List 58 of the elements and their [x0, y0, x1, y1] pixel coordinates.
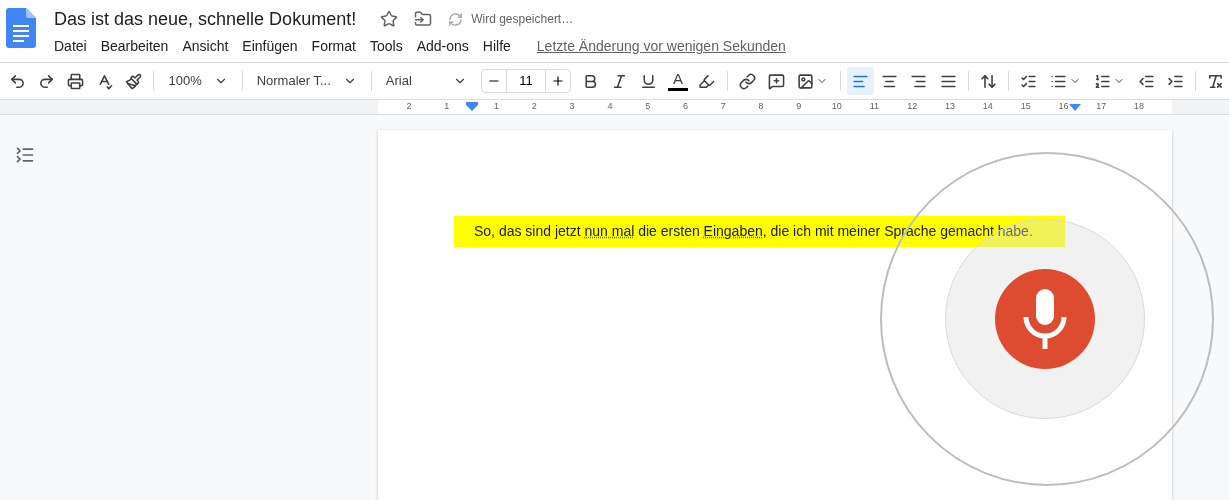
menu-item[interactable]: Hilfe [482, 36, 511, 57]
ruler-number: 8 [758, 100, 764, 114]
font-dropdown[interactable]: Arial [377, 67, 476, 95]
ruler-number: 3 [569, 100, 575, 114]
plus-icon [551, 74, 566, 88]
microphone-icon [1023, 289, 1067, 349]
undo-icon [9, 72, 27, 90]
menu-item[interactable]: Tools [369, 36, 403, 57]
toolbar-dropdown[interactable]: 100% [160, 67, 236, 95]
save-status: Wird gespeichert… [471, 11, 574, 28]
outline-icon[interactable] [15, 145, 35, 165]
numbered-list-icon [1094, 72, 1112, 90]
ruler-number: 6 [682, 100, 688, 114]
toolbar-dropdown[interactable]: Normaler T... [248, 67, 365, 95]
left-indent-marker[interactable] [466, 102, 478, 112]
ruler-number: 17 [1096, 100, 1107, 114]
ruler-number: 9 [796, 100, 802, 114]
menu-item[interactable]: Datei [54, 36, 87, 57]
last-edit-link[interactable]: Letzte Änderung vor wenigen Sekunden [536, 36, 786, 57]
add-comment-icon [767, 72, 785, 90]
sync-icon [448, 11, 464, 27]
ruler-number: 2 [406, 100, 412, 114]
document-title[interactable]: Das ist das neue, schnelle Dokument! [54, 5, 357, 33]
ruler-number: 1 [494, 100, 499, 114]
ruler-number: 10 [831, 100, 842, 114]
clear-formatting-icon [1207, 72, 1225, 90]
right-indent-marker[interactable] [1069, 104, 1081, 112]
ruler-number: 15 [1020, 100, 1031, 114]
menu-item[interactable]: Einfügen [242, 36, 298, 57]
text-color-button[interactable]: A [664, 67, 692, 95]
ruler-number: 14 [982, 100, 993, 114]
align-left-button[interactable] [847, 67, 875, 95]
ruler-number: 11 [869, 100, 880, 114]
ruler-number: 13 [945, 100, 956, 114]
image-icon [797, 72, 815, 90]
menu-item[interactable]: Format [311, 36, 356, 57]
ruler-number: 18 [1134, 100, 1145, 114]
ruler-number: 12 [907, 100, 918, 114]
print-icon [67, 72, 85, 90]
highlighter-icon [698, 72, 716, 90]
ruler-number: 1 [444, 100, 450, 114]
ruler-number: 4 [607, 100, 613, 114]
spellcheck-icon [96, 72, 114, 90]
underline-icon [640, 72, 658, 90]
ruler-number: 16 [1058, 100, 1069, 114]
menu-item[interactable]: Ansicht [182, 36, 229, 57]
paint-roller-icon [125, 72, 143, 90]
link-icon [738, 72, 756, 90]
ruler-number: 2 [531, 100, 537, 114]
docs-logo-icon[interactable] [6, 8, 36, 48]
ruler-number: 7 [720, 100, 726, 114]
move-to-folder-icon[interactable] [414, 10, 433, 28]
redo-icon [38, 72, 56, 90]
menu-item[interactable]: Add-ons [416, 36, 469, 57]
ruler-number: 5 [645, 100, 651, 114]
star-icon[interactable] [380, 10, 399, 28]
line-spacing-icon [979, 72, 997, 90]
menu-item[interactable]: Bearbeiten [100, 36, 169, 57]
